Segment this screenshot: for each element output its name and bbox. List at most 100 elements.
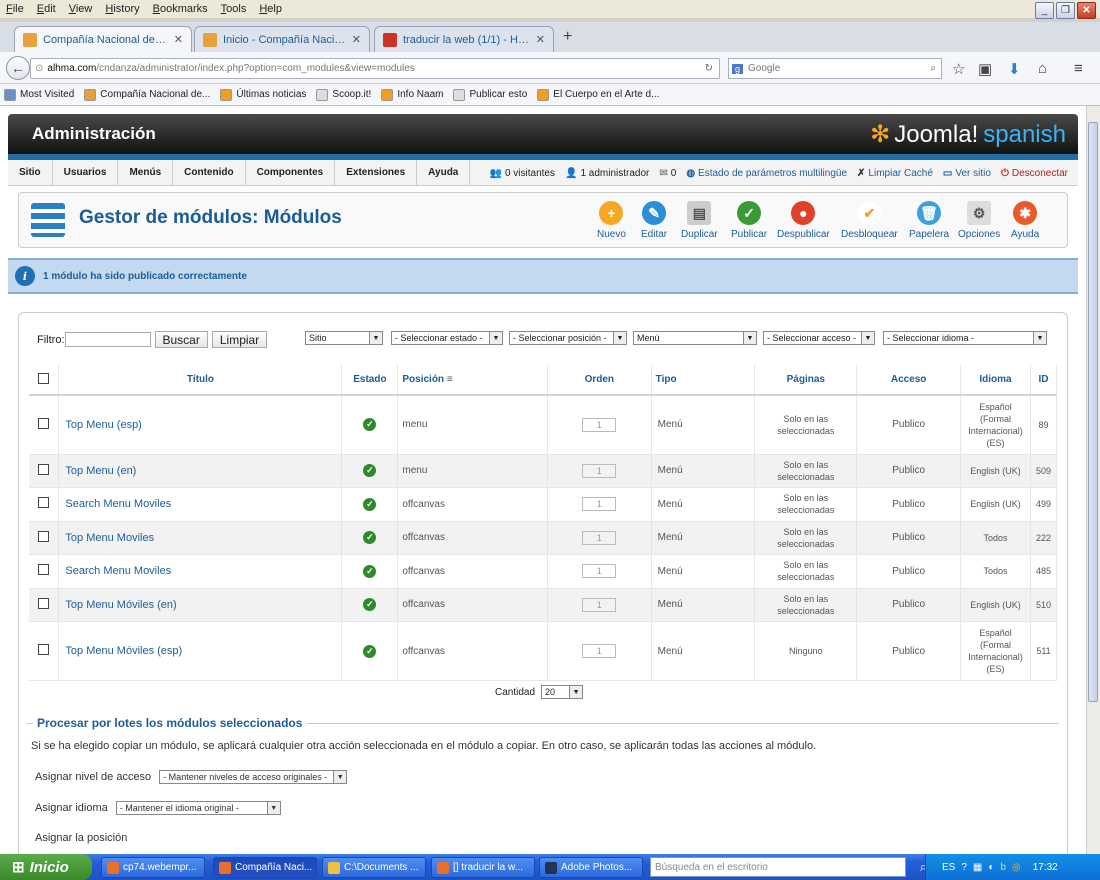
order-input[interactable]: 1 xyxy=(582,597,617,612)
language-select[interactable]: - Mantener el idioma original - ▼ xyxy=(115,801,281,815)
published-icon[interactable]: ✓ xyxy=(363,464,377,478)
row-checkbox[interactable] xyxy=(38,597,50,609)
filter-select-4[interactable]: Menú ▼ xyxy=(633,331,757,345)
published-icon[interactable]: ✓ xyxy=(363,564,377,578)
row-checkbox[interactable] xyxy=(38,417,50,429)
toolbar-button-papelera[interactable]: 🗑 Papelera xyxy=(909,201,949,240)
bookmark-item[interactable]: El Cuerpo en el Arte d... xyxy=(537,88,659,101)
bookmark-item[interactable]: Últimas noticias xyxy=(220,88,306,101)
menu-history[interactable]: History xyxy=(105,3,139,15)
toolbar-button-editar[interactable]: ✎ Editar xyxy=(641,201,667,240)
module-title-link[interactable]: Top Menu Móviles (en) xyxy=(65,599,176,611)
published-icon[interactable]: ✓ xyxy=(363,644,377,658)
home-icon[interactable]: ⌂ xyxy=(1038,60,1047,77)
url-bar[interactable]: ⊙ alhma.com/cndanza/administrator/index.… xyxy=(30,58,720,79)
bookmark-item[interactable]: Compañía Nacional de... xyxy=(84,88,210,101)
access-select[interactable]: - Mantener niveles de acceso originales … xyxy=(159,770,348,784)
language-indicator[interactable]: ES xyxy=(942,862,955,873)
order-input[interactable]: 1 xyxy=(582,564,617,579)
published-icon[interactable]: ✓ xyxy=(363,418,377,432)
filter-input[interactable] xyxy=(64,332,151,347)
scrollbar-thumb[interactable] xyxy=(1088,122,1098,702)
back-button[interactable]: ← xyxy=(6,56,30,80)
module-title-link[interactable]: Top Menu Móviles (esp) xyxy=(65,645,182,657)
menu-view[interactable]: View xyxy=(69,3,93,15)
col-status[interactable]: Estado xyxy=(341,365,399,396)
close-tab-icon[interactable]: ✕ xyxy=(352,33,361,46)
toolbar-button-duplicar[interactable]: ▤ Duplicar xyxy=(681,201,718,240)
published-icon[interactable]: ✓ xyxy=(363,598,377,612)
col-order[interactable]: Orden xyxy=(547,365,652,396)
download-icon[interactable]: ⬇ xyxy=(1008,60,1021,78)
taskbar-item-4[interactable]: [] traducir la w... xyxy=(431,857,535,878)
close-tab-icon[interactable]: ✕ xyxy=(174,33,183,46)
col-position[interactable]: Posición ≡ xyxy=(397,365,548,396)
col-pages[interactable]: Páginas xyxy=(754,365,858,396)
update-icon[interactable]: ◎ xyxy=(1012,862,1021,873)
star-icon[interactable]: ☆ xyxy=(952,60,965,78)
toolbar-button-desbloquear[interactable]: ✔ Desbloquear xyxy=(841,201,898,240)
bookmark-item[interactable]: Scoop.it! xyxy=(316,88,371,101)
restore-icon[interactable]: ❐ xyxy=(1056,2,1075,19)
table-row[interactable]: Top Menu Móviles (en) ✓ offcanvas 1 Menú Solo… xyxy=(29,588,1058,622)
menu-edit[interactable]: Edit xyxy=(37,3,56,15)
published-icon[interactable]: ✓ xyxy=(363,497,377,511)
search-box[interactable]: g Google ⌕ xyxy=(728,58,942,79)
main-menu-3[interactable]: Contenido xyxy=(173,159,246,186)
row-checkbox[interactable] xyxy=(38,497,50,509)
row-checkbox[interactable] xyxy=(38,644,50,655)
close-tab-icon[interactable]: ✕ xyxy=(536,33,545,46)
limit-select[interactable]: 20 ▼ xyxy=(541,685,584,699)
col-language[interactable]: Idioma xyxy=(960,365,1031,396)
reading-list-icon[interactable]: ▣ xyxy=(978,60,992,78)
reload-icon[interactable]: ↻ xyxy=(705,63,713,74)
clear-button[interactable]: Limpiar xyxy=(211,331,268,348)
menu-icon[interactable]: ≡ xyxy=(1074,60,1083,77)
col-title[interactable]: Título xyxy=(58,365,343,396)
menu-file[interactable]: File xyxy=(6,3,24,15)
new-tab-button[interactable]: + xyxy=(563,28,572,46)
clear-cache-link[interactable]: ✗ Limpiar Caché xyxy=(857,168,933,179)
select-all-checkbox[interactable] xyxy=(38,372,50,384)
bookmark-item[interactable]: Publicar esto xyxy=(453,88,527,101)
table-row[interactable]: Top Menu (esp) ✓ menu 1 Menú Solo en las sele… xyxy=(29,395,1058,455)
toolbar-button-publicar[interactable]: ✓ Publicar xyxy=(731,201,767,240)
order-input[interactable]: 1 xyxy=(582,497,617,512)
module-title-link[interactable]: Top Menu (esp) xyxy=(65,419,141,431)
filter-select-6[interactable]: - Seleccionar idioma - ▼ xyxy=(883,331,1047,345)
table-row[interactable]: Search Menu Moviles ✓ offcanvas 1 Menú Solo e… xyxy=(29,554,1058,589)
bookmark-item[interactable]: Info Naam xyxy=(381,88,443,101)
main-menu-0[interactable]: Sitio xyxy=(8,159,53,186)
start-button[interactable]: ⊞ Inicio xyxy=(0,854,92,880)
toolbar-button-opciones[interactable]: ⚙ Opciones xyxy=(958,201,1000,240)
module-title-link[interactable]: Search Menu Moviles xyxy=(65,565,171,577)
main-menu-5[interactable]: Extensiones xyxy=(335,159,418,186)
browser-tab-1[interactable]: Compañía Nacional de Danza.... ✕ xyxy=(14,26,192,52)
taskbar-item-3[interactable]: C:\Documents ... xyxy=(322,857,426,878)
app-tray-icon[interactable]: b xyxy=(1000,862,1006,873)
module-title-link[interactable]: Search Menu Moviles xyxy=(65,498,171,510)
desktop-search-input[interactable]: Búsqueda en el escritorio ⌕ xyxy=(650,857,927,877)
filter-select-1[interactable]: Sitio ▼ xyxy=(305,331,383,345)
module-title-link[interactable]: Top Menu (en) xyxy=(65,465,136,477)
module-title-link[interactable]: Top Menu Moviles xyxy=(65,532,154,544)
multilang-link[interactable]: ◍ Estado de parámetros multilingüe xyxy=(686,168,847,179)
table-row[interactable]: Top Menu Moviles ✓ offcanvas 1 Menú Solo en l… xyxy=(29,521,1058,555)
bookmark-item[interactable]: Most Visited xyxy=(4,88,74,101)
taskbar-item-5[interactable]: Adobe Photos... xyxy=(539,857,643,878)
row-checkbox[interactable] xyxy=(38,564,50,576)
volume-icon[interactable]: ◐ xyxy=(988,862,994,873)
browser-tab-2[interactable]: Inicio - Compañía Nacional de ... ✕ xyxy=(194,26,370,52)
filter-select-3[interactable]: - Seleccionar posición - ▼ xyxy=(509,331,627,345)
filter-select-5[interactable]: - Seleccionar acceso - ▼ xyxy=(763,331,875,345)
search-button[interactable]: Buscar xyxy=(154,331,208,348)
toolbar-button-despublicar[interactable]: ● Despublicar xyxy=(777,201,830,240)
table-row[interactable]: Top Menu Móviles (esp) ✓ offcanvas 1 Menú Nin… xyxy=(29,621,1058,681)
messages-status[interactable]: ✉ 0 xyxy=(659,168,676,179)
logout-link[interactable]: ⏻ Desconectar xyxy=(1001,168,1068,179)
taskbar-item-1[interactable]: cp74.webempr... xyxy=(101,857,205,878)
network-icon[interactable]: ▦ xyxy=(973,862,982,873)
row-checkbox[interactable] xyxy=(38,530,50,542)
help-icon[interactable]: ? xyxy=(961,862,967,873)
col-id[interactable]: ID xyxy=(1030,365,1058,396)
